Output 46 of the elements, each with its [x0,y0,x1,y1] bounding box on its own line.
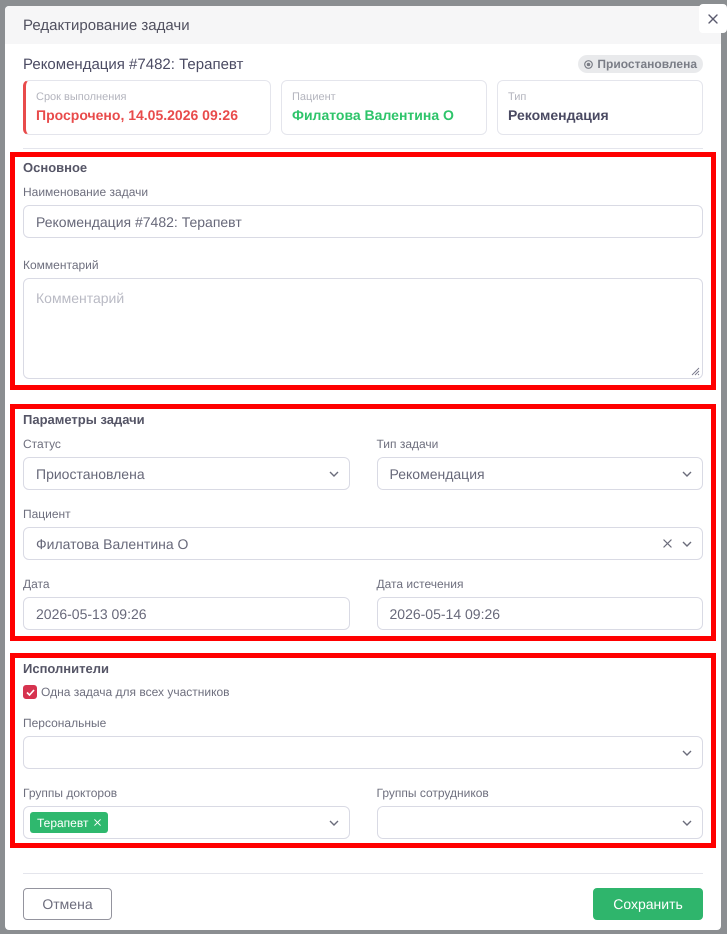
field-label: Комментарий [23,257,100,273]
chevron-down-icon [682,750,692,756]
cancel-button[interactable]: Отмена [23,888,112,920]
close-icon[interactable] [663,539,672,548]
checkbox[interactable] [23,685,37,699]
field-label: Статус [23,436,62,452]
card-value: Рекомендация [508,107,610,124]
task-title: Рекомендация #7482: Терапевт [23,56,244,72]
card-label: Тип [508,91,528,104]
field-label: Наименование задачи [23,184,150,200]
checkbox-label[interactable]: Одна задача для всех участников [41,685,230,699]
chevron-down-icon [328,820,338,826]
field-label: Персональные [23,715,108,731]
resize-grip-icon[interactable] [691,367,700,376]
dialog-title: Редактирование задачи [23,16,190,34]
section-title: Параметры задачи [23,412,146,428]
select-field[interactable] [376,806,703,839]
select-field[interactable]: Рекомендация [376,457,703,490]
card-label: Пациент [292,91,337,104]
field-label: Дата [23,576,51,592]
card-value: Просрочено, 14.05.2026 09:26 [36,107,239,124]
card-value: Филатова Валентина О [292,107,455,124]
field-label: Группы докторов [23,785,118,801]
field-label: Пациент [23,506,72,522]
circle-dot-icon [584,60,594,68]
select-field[interactable]: Филатова Валентина О [23,527,703,560]
chevron-down-icon [682,540,692,546]
close-icon[interactable] [708,14,718,24]
tag-label: Терапевт [37,816,88,830]
status-label: Приостановлена [597,57,697,71]
section-title: Исполнители [23,661,110,677]
text-field[interactable]: Рекомендация #7482: Терапевт [23,205,703,238]
section-title: Основное [23,160,88,176]
field-label: Тип задачи [376,436,440,452]
chevron-down-icon [328,470,338,476]
field-label: Группы сотрудников [376,785,490,801]
select-field[interactable]: Приостановлена [23,457,350,490]
text-field[interactable]: 2026-05-14 09:26 [376,597,703,630]
text-field[interactable]: 2026-05-13 09:26 [23,597,350,630]
check-icon [26,688,34,696]
select-field[interactable] [23,736,703,769]
chevron-down-icon [682,820,692,826]
chevron-down-icon [682,470,692,476]
close-button[interactable] [699,4,727,33]
card-label: Срок выполнения [36,91,128,104]
field-label: Дата истечения [376,576,464,592]
